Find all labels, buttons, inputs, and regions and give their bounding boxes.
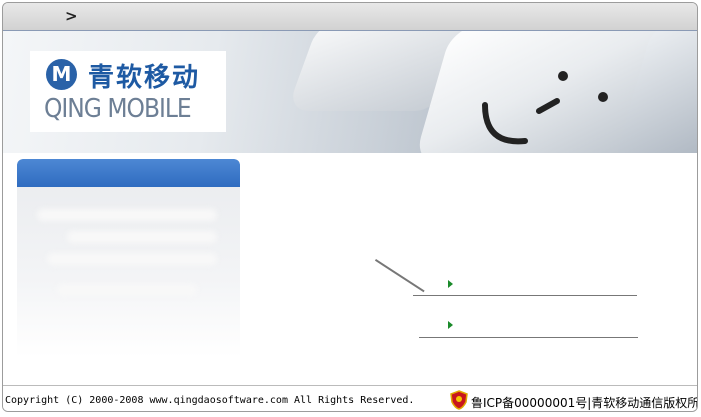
blurred-text-line (67, 231, 217, 243)
footer: Copyright (C) 2000-2008 www.qingdaosoftw… (3, 385, 697, 411)
link-area (243, 153, 697, 385)
divider-line (374, 259, 425, 293)
logo-english-name: QING MOBILE (44, 94, 192, 124)
left-panel (17, 159, 240, 357)
police-shield-icon[interactable] (450, 390, 468, 410)
company-logo[interactable]: M 青软移动 QING MOBILE (30, 51, 226, 132)
left-panel-header (17, 159, 240, 187)
green-triangle-icon[interactable] (448, 280, 453, 288)
icp-license-text[interactable]: 鲁ICP备00000001号|青软移动通信版权所有 (471, 394, 697, 411)
nav-arrow-icon[interactable]: > (65, 7, 78, 25)
logo-chinese-name: 青软移动 (88, 63, 201, 93)
green-triangle-icon[interactable] (448, 321, 453, 329)
divider-line (413, 295, 637, 296)
main-content (3, 153, 697, 385)
smiley-icon (482, 71, 608, 145)
copyright-text: Copyright (C) 2000-2008 www.qingdaosoftw… (5, 395, 415, 406)
header-banner: M 青软移动 QING MOBILE (3, 31, 697, 153)
blurred-text-line (57, 284, 197, 296)
logo-m-icon: M (46, 59, 77, 90)
divider-line (419, 337, 638, 338)
top-bar: > (3, 3, 697, 31)
blurred-text-line (47, 253, 217, 265)
page-frame: > M 青软移动 QING MOBILE Copyright (C) 2000-… (2, 2, 698, 412)
blurred-text-line (37, 209, 217, 221)
